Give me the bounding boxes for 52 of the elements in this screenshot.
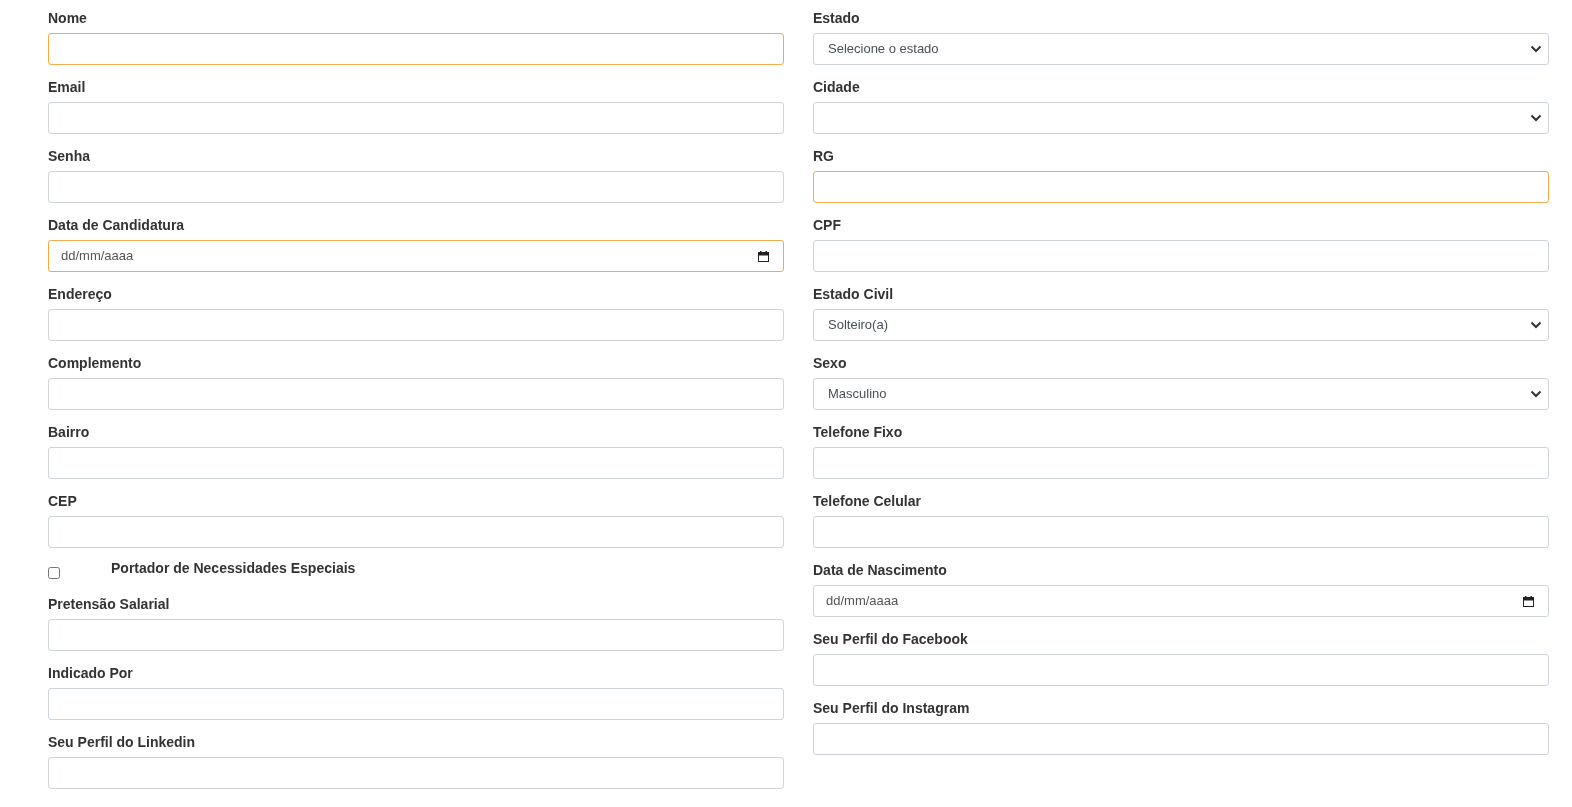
date-field[interactable]: dd/mm/aaaa (813, 585, 1549, 617)
field-label: Sexo (813, 354, 847, 372)
select-field[interactable]: Selecione o estado (813, 33, 1549, 65)
text-field[interactable] (48, 757, 784, 789)
text-field[interactable] (48, 516, 784, 548)
select-field[interactable]: Solteiro(a) (813, 309, 1549, 341)
field-label: Estado (813, 9, 860, 27)
text-field[interactable] (48, 33, 784, 65)
field-label: Seu Perfil do Linkedin (48, 733, 196, 751)
chevron-down-icon (1530, 390, 1542, 398)
text-field[interactable] (48, 447, 784, 479)
text-field[interactable] (813, 723, 1549, 755)
text-field[interactable] (48, 171, 784, 203)
field-label: CEP (48, 492, 77, 510)
field-label: Complemento (48, 354, 142, 372)
field-label: Data de Candidatura (48, 216, 185, 234)
field-label: Estado Civil (813, 285, 894, 303)
field-label: Senha (48, 147, 90, 165)
checkbox[interactable] (48, 567, 60, 579)
field-label: CPF (813, 216, 841, 234)
text-field[interactable] (48, 688, 784, 720)
field-label: Telefone Fixo (813, 423, 903, 441)
calendar-icon (1523, 595, 1534, 607)
field-label: Seu Perfil do Instagram (813, 699, 970, 717)
text-field[interactable] (813, 516, 1549, 548)
field-label: Data de Nascimento (813, 561, 947, 579)
calendar-icon (758, 250, 769, 262)
field-label: Seu Perfil do Facebook (813, 630, 968, 648)
date-field[interactable]: dd/mm/aaaa (48, 240, 784, 272)
chevron-down-icon (1530, 321, 1542, 329)
text-field[interactable] (48, 619, 784, 651)
field-label: Telefone Celular (813, 492, 921, 510)
select-field[interactable]: Masculino (813, 378, 1549, 410)
select-field[interactable] (813, 102, 1549, 134)
field-label: Indicado Por (48, 664, 133, 682)
checkbox-label: Portador de Necessidades Especiais (111, 559, 356, 578)
field-label: Endereço (48, 285, 112, 303)
text-field[interactable] (48, 309, 784, 341)
text-field[interactable] (48, 102, 784, 134)
text-field[interactable] (48, 378, 784, 410)
field-label: RG (813, 147, 834, 165)
text-field[interactable] (813, 447, 1549, 479)
chevron-down-icon (1530, 45, 1542, 53)
field-label: Nome (48, 9, 87, 27)
field-label: Bairro (48, 423, 90, 441)
field-label: Email (48, 78, 86, 96)
field-label: Cidade (813, 78, 860, 96)
chevron-down-icon (1530, 114, 1542, 122)
field-label: Pretensão Salarial (48, 595, 170, 613)
text-field[interactable] (813, 171, 1549, 203)
text-field[interactable] (813, 240, 1549, 272)
text-field[interactable] (813, 654, 1549, 686)
